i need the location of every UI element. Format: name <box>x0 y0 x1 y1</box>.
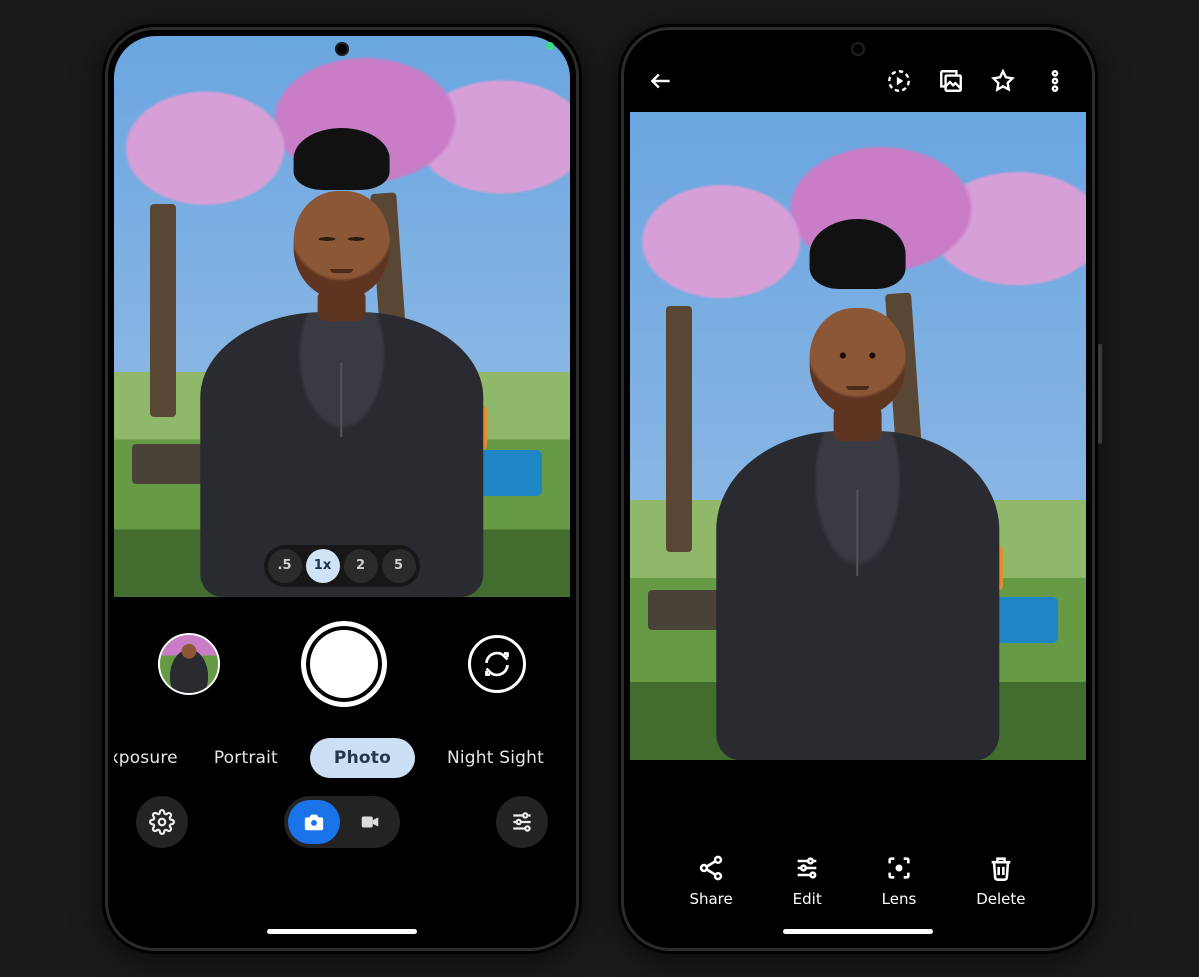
settings-button[interactable] <box>136 796 188 848</box>
mode-selector[interactable]: Exposure Portrait Photo Night Sight Pano <box>114 730 570 786</box>
tune-button[interactable] <box>496 796 548 848</box>
share-button[interactable]: Share <box>689 854 732 908</box>
delete-button[interactable]: Delete <box>976 854 1025 908</box>
video-icon <box>359 811 381 833</box>
star-icon <box>990 68 1016 94</box>
settings-icon <box>149 809 175 835</box>
motion-photo-button[interactable] <box>886 68 912 98</box>
gallery-thumbnail[interactable] <box>158 633 220 695</box>
share-icon <box>697 854 725 882</box>
photo-video-toggle <box>284 796 400 848</box>
front-camera-hole <box>335 42 349 56</box>
photo-mode-chip[interactable] <box>288 800 340 844</box>
photo-view[interactable] <box>630 112 1086 760</box>
capture-row <box>114 598 570 730</box>
bottom-toolbar <box>114 786 570 872</box>
delete-label: Delete <box>976 890 1025 908</box>
edit-icon <box>793 854 821 882</box>
zoom-2x[interactable]: 2 <box>344 549 378 583</box>
motion-photo-icon <box>886 68 912 94</box>
lens-icon <box>885 854 913 882</box>
edit-label: Edit <box>793 890 822 908</box>
favorite-button[interactable] <box>990 68 1016 98</box>
add-to-album-button[interactable] <box>938 68 964 98</box>
delete-icon <box>987 854 1015 882</box>
lens-button[interactable]: Lens <box>882 854 917 908</box>
albums-icon <box>938 68 964 94</box>
edit-button[interactable]: Edit <box>793 854 822 908</box>
nav-bar-indicator[interactable] <box>783 929 933 934</box>
mode-night-sight[interactable]: Night Sight <box>443 740 548 776</box>
overflow-menu-button[interactable] <box>1042 68 1068 98</box>
viewer-screen: Share Edit Lens Delete <box>630 36 1086 942</box>
tune-icon <box>509 809 535 835</box>
flip-camera-button[interactable] <box>468 635 526 693</box>
viewer-actions: Share Edit Lens Delete <box>630 854 1086 908</box>
zoom-selector: .5 1x 2 5 <box>264 545 420 587</box>
video-mode-chip[interactable] <box>344 800 396 844</box>
zoom-1x[interactable]: 1x <box>306 549 340 583</box>
viewfinder[interactable]: .5 1x 2 5 <box>114 36 570 598</box>
photo-viewer-phone: Share Edit Lens Delete <box>618 24 1098 954</box>
camera-screen: .5 1x 2 5 Exposure Portrait Photo Night … <box>114 36 570 942</box>
back-icon <box>648 68 674 94</box>
flip-camera-icon <box>483 650 511 678</box>
front-camera-hole <box>851 42 865 56</box>
back-button[interactable] <box>648 68 674 98</box>
camera-app-phone: .5 1x 2 5 Exposure Portrait Photo Night … <box>102 24 582 954</box>
nav-bar-indicator[interactable] <box>267 929 417 934</box>
lens-label: Lens <box>882 890 917 908</box>
zoom-0.5x[interactable]: .5 <box>268 549 302 583</box>
shutter-button[interactable] <box>301 621 387 707</box>
mode-portrait[interactable]: Portrait <box>210 740 282 776</box>
share-label: Share <box>689 890 732 908</box>
overflow-menu-icon <box>1042 68 1068 94</box>
mode-exposure[interactable]: Exposure <box>114 740 182 776</box>
camera-active-indicator <box>546 42 554 50</box>
mode-photo[interactable]: Photo <box>310 738 415 778</box>
camera-icon <box>303 811 325 833</box>
zoom-5x[interactable]: 5 <box>382 549 416 583</box>
